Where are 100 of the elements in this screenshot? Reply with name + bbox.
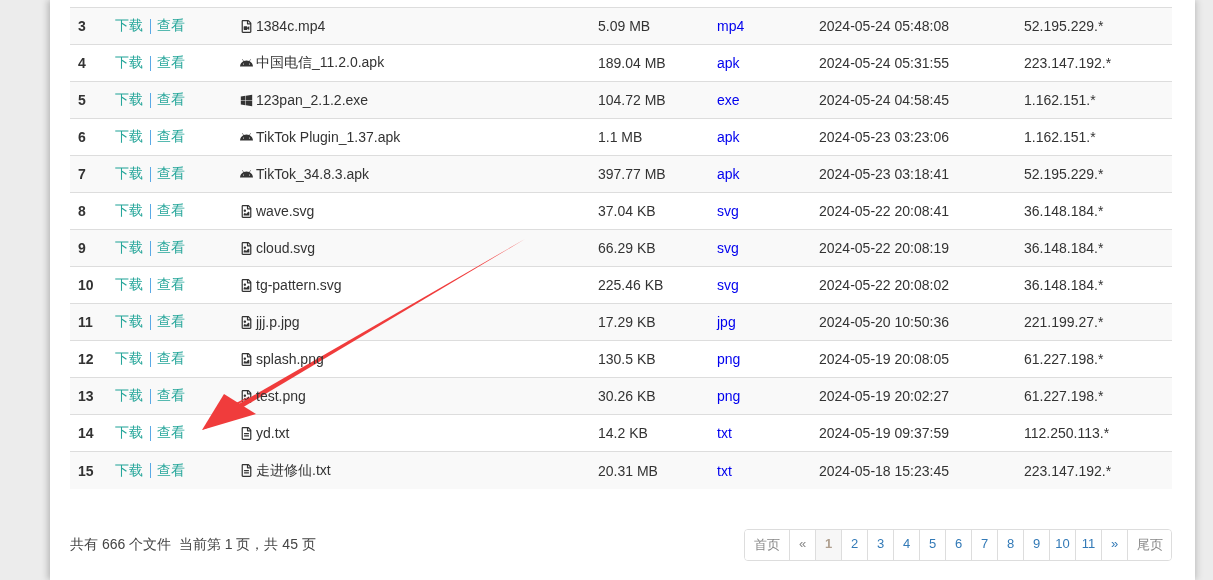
upload-time: 2024-05-20 10:50:36 bbox=[819, 314, 950, 330]
file-name: TikTok_34.8.3.apk bbox=[256, 166, 370, 182]
download-link[interactable]: 下载 bbox=[115, 54, 143, 72]
download-link[interactable]: 下载 bbox=[115, 165, 143, 183]
upload-time: 2024-05-24 05:48:08 bbox=[819, 18, 950, 34]
file-size: 189.04 MB bbox=[598, 55, 667, 71]
view-link[interactable]: 查看 bbox=[157, 276, 185, 294]
row-number: 6 bbox=[77, 129, 87, 145]
row-number: 12 bbox=[77, 351, 95, 367]
row-number: 8 bbox=[77, 203, 87, 219]
file-size: 30.26 KB bbox=[598, 388, 657, 404]
download-link[interactable]: 下载 bbox=[115, 313, 143, 331]
download-link[interactable]: 下载 bbox=[115, 202, 143, 220]
file-name: 中国电信_11.2.0.apk bbox=[256, 54, 385, 72]
file-size: 130.5 KB bbox=[598, 351, 657, 367]
file-summary: 共有 666 个文件 当前第 1 页，共 45 页 bbox=[70, 536, 316, 554]
file-name: wave.svg bbox=[256, 203, 315, 219]
uploader-ip: 61.227.198.* bbox=[1024, 388, 1105, 404]
row-number: 11 bbox=[77, 314, 94, 330]
upload-time: 2024-05-18 15:23:45 bbox=[819, 462, 950, 479]
view-link[interactable]: 查看 bbox=[157, 165, 185, 183]
view-link[interactable]: 查看 bbox=[157, 461, 185, 480]
file-type-link[interactable]: txt bbox=[717, 425, 732, 441]
file-size: 66.29 KB bbox=[598, 240, 657, 256]
file-name: test.png bbox=[256, 388, 306, 404]
file-size: 5.09 MB bbox=[598, 18, 652, 34]
file-name: 走进修仙.txt bbox=[256, 461, 331, 480]
file-size: 17.29 KB bbox=[598, 314, 657, 330]
download-link[interactable]: 下载 bbox=[115, 276, 143, 294]
file-type-link[interactable]: mp4 bbox=[717, 18, 745, 34]
file-size: 397.77 MB bbox=[598, 166, 667, 182]
image-file-icon bbox=[240, 204, 253, 218]
file-type-link[interactable]: png bbox=[717, 351, 741, 367]
file-type-link[interactable]: apk bbox=[717, 129, 740, 145]
view-link[interactable]: 查看 bbox=[157, 202, 185, 220]
upload-time: 2024-05-19 20:02:27 bbox=[819, 388, 950, 404]
view-link[interactable]: 查看 bbox=[157, 350, 185, 368]
file-name: cloud.svg bbox=[256, 240, 316, 256]
upload-time: 2024-05-23 03:18:41 bbox=[819, 166, 950, 182]
upload-time: 2024-05-24 05:31:55 bbox=[819, 55, 950, 71]
view-link[interactable]: 查看 bbox=[157, 128, 185, 146]
uploader-ip: 36.148.184.* bbox=[1024, 240, 1105, 256]
view-link[interactable]: 查看 bbox=[157, 313, 185, 331]
image-file-icon bbox=[240, 352, 253, 366]
image-file-icon bbox=[240, 278, 253, 292]
uploader-ip: 52.195.229.* bbox=[1024, 18, 1105, 34]
view-link[interactable]: 查看 bbox=[157, 91, 185, 109]
file-type-link[interactable]: svg bbox=[717, 277, 739, 293]
image-file-icon bbox=[240, 241, 253, 255]
video-file-icon bbox=[240, 19, 253, 33]
download-link[interactable]: 下载 bbox=[115, 91, 143, 109]
row-number: 3 bbox=[77, 18, 87, 34]
file-size: 225.46 KB bbox=[598, 277, 665, 293]
upload-time: 2024-05-24 04:58:45 bbox=[819, 92, 950, 108]
download-link[interactable]: 下载 bbox=[115, 128, 143, 146]
view-link[interactable]: 查看 bbox=[157, 17, 185, 35]
row-number: 15 bbox=[77, 462, 95, 479]
file-name: 1384c.mp4 bbox=[256, 18, 326, 34]
file-type-link[interactable]: svg bbox=[717, 240, 739, 256]
row-number: 4 bbox=[77, 55, 87, 71]
row-number: 10 bbox=[77, 277, 95, 293]
view-link[interactable]: 查看 bbox=[157, 387, 185, 405]
file-name: TikTok Plugin_1.37.apk bbox=[256, 129, 401, 145]
download-link[interactable]: 下载 bbox=[115, 239, 143, 257]
upload-time: 2024-05-22 20:08:19 bbox=[819, 240, 950, 256]
file-size: 20.31 MB bbox=[598, 462, 659, 479]
view-link[interactable]: 查看 bbox=[157, 54, 185, 72]
file-name: tg-pattern.svg bbox=[256, 277, 342, 293]
file-size: 14.2 KB bbox=[598, 425, 649, 441]
download-link[interactable]: 下载 bbox=[115, 424, 143, 442]
upload-time: 2024-05-22 20:08:02 bbox=[819, 277, 950, 293]
row-number: 5 bbox=[77, 92, 87, 108]
uploader-ip: 221.199.27.* bbox=[1024, 314, 1105, 330]
file-type-link[interactable]: apk bbox=[717, 55, 740, 71]
file-type-link[interactable]: jpg bbox=[717, 314, 736, 330]
view-link[interactable]: 查看 bbox=[157, 239, 185, 257]
file-size: 37.04 KB bbox=[598, 203, 657, 219]
file-type-link[interactable]: apk bbox=[717, 166, 740, 182]
file-type-link[interactable]: png bbox=[717, 388, 741, 404]
file-type-link[interactable]: txt bbox=[717, 462, 732, 479]
file-type-link[interactable]: exe bbox=[717, 92, 740, 108]
file-name: jjj.p.jpg bbox=[256, 314, 300, 330]
view-link[interactable]: 查看 bbox=[157, 424, 185, 442]
uploader-ip: 223.147.192.* bbox=[1024, 55, 1113, 71]
download-link[interactable]: 下载 bbox=[115, 350, 143, 368]
upload-time: 2024-05-23 03:23:06 bbox=[819, 129, 950, 145]
row-number: 9 bbox=[77, 240, 87, 256]
uploader-ip: 36.148.184.* bbox=[1024, 277, 1105, 293]
page-link[interactable]: 1 bbox=[815, 530, 841, 560]
file-size: 1.1 MB bbox=[598, 129, 644, 145]
text-file-icon bbox=[240, 426, 253, 440]
row-number: 13 bbox=[77, 388, 95, 404]
download-link[interactable]: 下载 bbox=[115, 387, 143, 405]
download-link[interactable]: 下载 bbox=[115, 461, 143, 480]
download-link[interactable]: 下载 bbox=[115, 17, 143, 35]
upload-time: 2024-05-22 20:08:41 bbox=[819, 203, 950, 219]
file-size: 104.72 MB bbox=[598, 92, 667, 108]
file-name: yd.txt bbox=[256, 425, 290, 441]
file-type-link[interactable]: svg bbox=[717, 203, 739, 219]
uploader-ip: 223.147.192.* bbox=[1024, 462, 1113, 479]
